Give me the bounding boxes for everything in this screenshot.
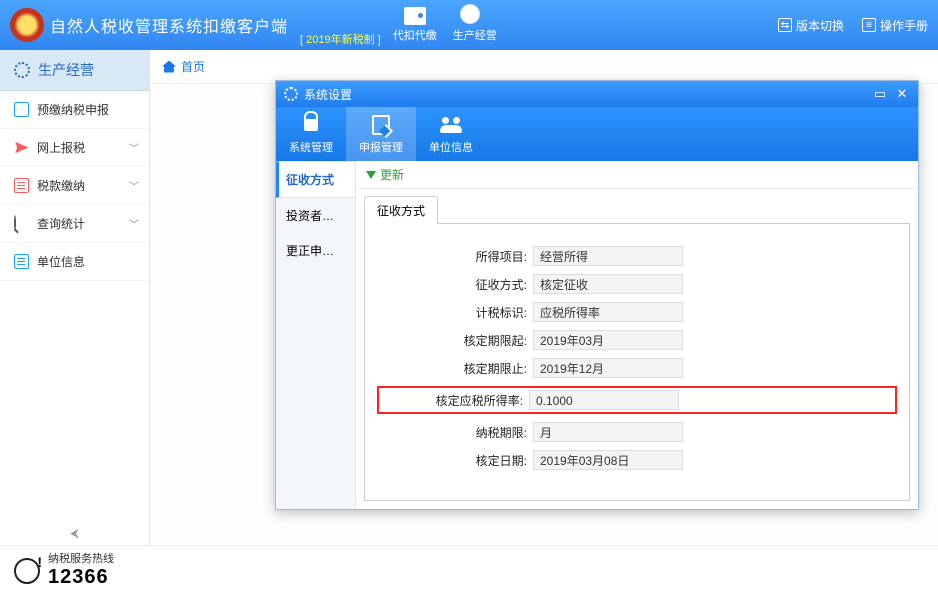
label-period-to: 核定期限止:: [383, 360, 533, 377]
chevron-down-icon: ﹀: [129, 140, 139, 155]
lock-icon: [304, 119, 318, 131]
sidebar-item-label: 单位信息: [37, 253, 85, 270]
dialog-side-nav: 征收方式 投资者信息 更正申报备份: [276, 161, 356, 509]
dialog-title: 系统设置: [304, 86, 352, 103]
withholding-button[interactable]: 代扣代缴: [393, 7, 437, 43]
breadcrumb-home[interactable]: 首页: [181, 58, 205, 75]
business-label: 生产经营: [453, 27, 497, 43]
content-area: 首页 系统设置 ▭ ✕ 系统管理 申报管理: [150, 50, 938, 545]
manual-label: 操作手册: [880, 17, 928, 34]
people-icon: [440, 117, 462, 133]
document-icon: [14, 102, 29, 117]
sidebar-item-unit-info[interactable]: 单位信息: [0, 243, 149, 281]
swap-icon: ⇆: [778, 18, 792, 32]
sidebar-item-label: 税款缴纳: [37, 177, 85, 194]
wallet-icon: [404, 7, 426, 25]
version-switch-label: 版本切换: [796, 17, 844, 34]
app-header: 自然人税收管理系统扣缴客户端 [ 2019年新税制 ] 代扣代缴 生产经营 ⇆ …: [0, 0, 938, 50]
value-pay-period: 月: [533, 422, 683, 442]
sidebar-item-label: 网上报税: [37, 139, 85, 156]
maximize-button[interactable]: ▭: [872, 86, 888, 102]
hotline-label: 纳税服务热线: [48, 553, 114, 565]
label-period-from: 核定期限起:: [383, 332, 533, 349]
side-item-investor[interactable]: 投资者信息: [276, 198, 355, 233]
sidebar-item-tax-payment[interactable]: 税款缴纳 ﹀: [0, 167, 149, 205]
label-income-item: 所得项目:: [383, 248, 533, 265]
sidebar-item-query[interactable]: 查询统计 ﹀: [0, 205, 149, 243]
tab-label: 系统管理: [289, 139, 333, 155]
tab-label: 单位信息: [429, 139, 473, 155]
system-settings-dialog: 系统设置 ▭ ✕ 系统管理 申报管理 单位信息: [275, 80, 919, 510]
value-period-from: 2019年03月: [533, 330, 683, 350]
app-title: 自然人税收管理系统扣缴客户端: [50, 13, 288, 37]
label-levy-method: 征收方式:: [383, 276, 533, 293]
tab-label: 申报管理: [359, 139, 403, 155]
footer: 纳税服务热线 12366: [0, 545, 938, 595]
value-assess-date: 2019年03月08日: [533, 450, 683, 470]
inner-tab-levy-method[interactable]: 征收方式: [364, 196, 438, 224]
sidebar: 生产经营 预缴纳税申报 网上报税 ﹀ 税款缴纳 ﹀ 查询统计 ﹀ 单位信息 ⮜: [0, 50, 150, 545]
hotline-icon: [14, 558, 40, 584]
breadcrumb: 首页: [150, 50, 938, 84]
label-assess-date: 核定日期:: [383, 452, 533, 469]
value-levy-method: 核定征收: [533, 274, 683, 294]
side-item-levy-method[interactable]: 征收方式: [276, 161, 355, 198]
dialog-toolbar: 更新: [356, 161, 918, 189]
form-edit-icon: [372, 115, 390, 135]
sidebar-item-online-tax[interactable]: 网上报税 ﹀: [0, 129, 149, 167]
book-icon: ≡: [862, 18, 876, 32]
tab-system-management[interactable]: 系统管理: [276, 107, 346, 161]
detail-icon: [14, 254, 29, 269]
value-tax-flag: 应税所得率: [533, 302, 683, 322]
value-income-item: 经营所得: [533, 246, 683, 266]
dialog-tab-bar: 系统管理 申报管理 单位信息: [276, 107, 918, 161]
label-pay-period: 纳税期限:: [383, 424, 533, 441]
refresh-icon: [366, 171, 376, 179]
app-logo-emblem: [10, 8, 44, 42]
side-item-correction[interactable]: 更正申报备份: [276, 233, 355, 268]
gear-icon: [14, 62, 30, 78]
manual-link[interactable]: ≡ 操作手册: [862, 17, 928, 34]
paper-plane-icon: [14, 140, 29, 155]
chevron-down-icon: ﹀: [129, 178, 139, 193]
chevron-down-icon: ﹀: [129, 216, 139, 231]
home-icon: [162, 61, 176, 73]
sidebar-section-title: 生产经营: [0, 50, 149, 91]
dialog-titlebar[interactable]: 系统设置 ▭ ✕: [276, 81, 918, 107]
withholding-label: 代扣代缴: [393, 27, 437, 43]
label-assess-rate: 核定应税所得率:: [379, 392, 529, 409]
highlighted-row-assess-rate: 核定应税所得率: 0.1000: [377, 386, 897, 414]
refresh-button[interactable]: 更新: [380, 166, 404, 183]
search-icon: [14, 215, 16, 231]
label-tax-flag: 计税标识:: [383, 304, 533, 321]
sidebar-item-label: 查询统计: [37, 215, 85, 232]
year-badge: [ 2019年新税制 ]: [300, 31, 381, 47]
levy-method-panel: 所得项目: 经营所得 征收方式: 核定征收 计税标识: 应税所得率 核定期限: [364, 223, 910, 501]
sidebar-item-prepay[interactable]: 预缴纳税申报: [0, 91, 149, 129]
gear-icon: [284, 87, 298, 101]
sidebar-section-label: 生产经营: [38, 60, 94, 80]
sidebar-collapse-button[interactable]: ⮜: [0, 522, 149, 545]
tab-unit-info[interactable]: 单位信息: [416, 107, 486, 161]
sidebar-item-label: 预缴纳税申报: [37, 101, 109, 118]
close-button[interactable]: ✕: [894, 86, 910, 102]
value-period-to: 2019年12月: [533, 358, 683, 378]
business-button[interactable]: 生产经营: [453, 7, 497, 43]
value-assess-rate: 0.1000: [529, 390, 679, 410]
hotline-number: 12366: [48, 566, 114, 588]
version-switch-link[interactable]: ⇆ 版本切换: [778, 17, 844, 34]
tab-declaration-management[interactable]: 申报管理: [346, 107, 416, 161]
list-icon: [14, 178, 29, 193]
